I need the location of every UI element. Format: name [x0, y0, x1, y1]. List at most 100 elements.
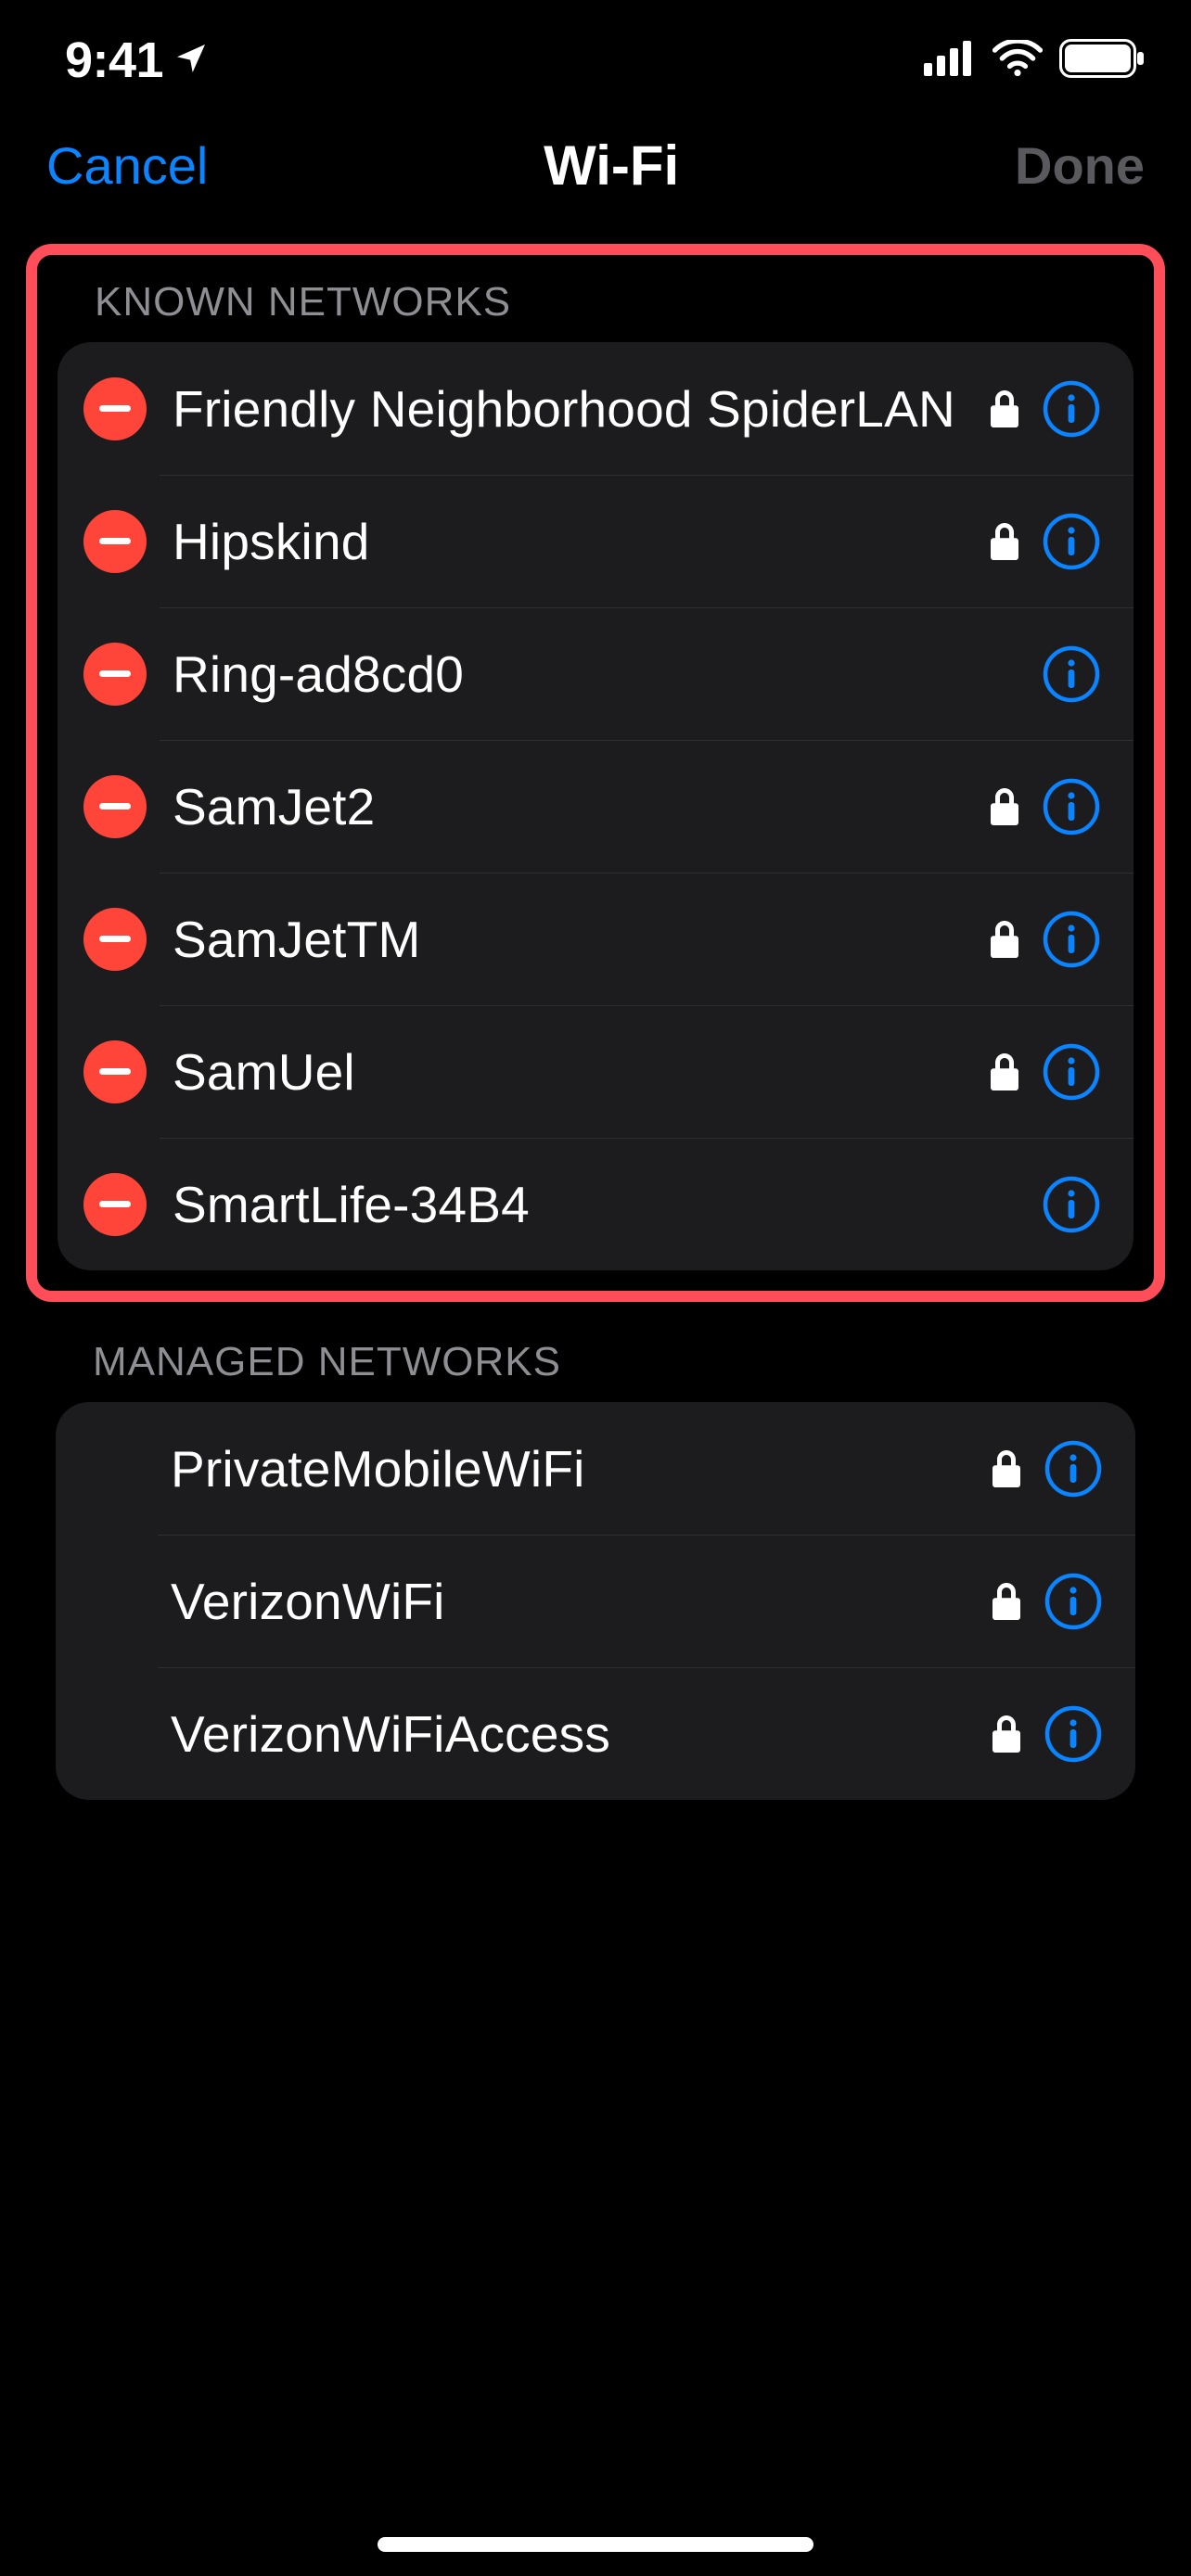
wifi-icon	[992, 40, 1043, 82]
info-icon	[1043, 778, 1100, 835]
lock-icon	[991, 921, 1018, 958]
network-row[interactable]: PrivateMobileWiFi	[56, 1402, 1135, 1535]
lock-icon	[991, 390, 1018, 427]
row-icons	[991, 1440, 1102, 1498]
lock-icon	[992, 1583, 1020, 1620]
row-icons	[989, 513, 1100, 570]
network-name: Hipskind	[173, 512, 963, 571]
lock-slot	[991, 1583, 1022, 1620]
network-row[interactable]: SamJetTM	[58, 873, 1133, 1005]
page-title: Wi-Fi	[544, 134, 679, 198]
network-row[interactable]: Hipskind	[58, 475, 1133, 607]
cellular-icon	[924, 41, 976, 81]
network-name: SamUel	[173, 1042, 963, 1102]
delete-network-button[interactable]	[83, 1173, 147, 1236]
network-info-button[interactable]	[1043, 1176, 1100, 1233]
network-info-button[interactable]	[1044, 1440, 1102, 1498]
done-button[interactable]: Done	[1015, 135, 1145, 196]
network-name: VerizonWiFi	[171, 1572, 965, 1631]
minus-icon	[99, 405, 131, 412]
row-icons	[989, 1176, 1100, 1233]
minus-icon	[99, 1201, 131, 1207]
known-networks-list: Friendly Neighborhood SpiderLAN Hipskind R…	[58, 342, 1133, 1270]
lock-slot	[989, 788, 1020, 825]
network-name: Ring-ad8cd0	[173, 644, 963, 704]
minus-icon	[99, 670, 131, 677]
minus-icon	[99, 803, 131, 810]
network-info-button[interactable]	[1043, 513, 1100, 570]
lock-slot	[989, 1053, 1020, 1090]
info-icon	[1044, 1705, 1102, 1763]
network-info-button[interactable]	[1044, 1705, 1102, 1763]
lock-icon	[991, 1053, 1018, 1090]
delete-network-button[interactable]	[83, 1040, 147, 1103]
network-info-button[interactable]	[1043, 380, 1100, 438]
network-info-button[interactable]	[1043, 778, 1100, 835]
info-icon	[1043, 911, 1100, 968]
status-left: 9:41	[65, 32, 210, 89]
status-time: 9:41	[65, 32, 163, 89]
lock-icon	[992, 1450, 1020, 1487]
network-row[interactable]: VerizonWiFi	[56, 1535, 1135, 1667]
network-info-button[interactable]	[1043, 645, 1100, 703]
network-row[interactable]: VerizonWiFiAccess	[56, 1667, 1135, 1800]
delete-network-button[interactable]	[83, 377, 147, 440]
info-icon	[1043, 513, 1100, 570]
cancel-button[interactable]: Cancel	[46, 135, 208, 196]
minus-icon	[99, 538, 131, 544]
row-icons	[989, 778, 1100, 835]
delete-network-button[interactable]	[83, 643, 147, 706]
managed-networks-header: MANAGED NETWORKS	[56, 1339, 1135, 1402]
network-row[interactable]: SamUel	[58, 1005, 1133, 1138]
home-indicator	[378, 2537, 813, 2552]
info-icon	[1043, 1043, 1100, 1101]
delete-network-button[interactable]	[83, 775, 147, 838]
lock-icon	[992, 1715, 1020, 1753]
network-info-button[interactable]	[1043, 1043, 1100, 1101]
nav-bar: Cancel Wi-Fi Done	[0, 121, 1191, 235]
delete-network-button[interactable]	[83, 908, 147, 971]
network-name: PrivateMobileWiFi	[171, 1439, 965, 1498]
known-networks-header: KNOWN NETWORKS	[58, 279, 1133, 342]
network-name: Friendly Neighborhood SpiderLAN	[173, 379, 963, 439]
row-icons	[989, 911, 1100, 968]
location-icon	[173, 32, 210, 89]
info-icon	[1044, 1440, 1102, 1498]
network-name: SamJetTM	[173, 910, 963, 969]
lock-slot	[989, 390, 1020, 427]
info-icon	[1043, 645, 1100, 703]
network-row[interactable]: SmartLife-34B4	[58, 1138, 1133, 1270]
screen: 9:41	[0, 0, 1191, 2576]
managed-networks-section: MANAGED NETWORKS PrivateMobileWiFi Verizo…	[56, 1339, 1135, 1800]
network-row[interactable]: SamJet2	[58, 740, 1133, 873]
lock-slot	[991, 1450, 1022, 1487]
row-icons	[991, 1705, 1102, 1763]
network-name: SmartLife-34B4	[173, 1175, 963, 1234]
network-info-button[interactable]	[1044, 1573, 1102, 1630]
known-networks-highlight: KNOWN NETWORKS Friendly Neighborhood Spi…	[26, 244, 1165, 1302]
network-info-button[interactable]	[1043, 911, 1100, 968]
info-icon	[1044, 1573, 1102, 1630]
lock-icon	[991, 523, 1018, 560]
minus-icon	[99, 1068, 131, 1075]
battery-icon	[1059, 39, 1145, 83]
info-icon	[1043, 380, 1100, 438]
status-right	[924, 39, 1145, 83]
lock-slot	[989, 921, 1020, 958]
row-icons	[991, 1573, 1102, 1630]
info-icon	[1043, 1176, 1100, 1233]
network-name: SamJet2	[173, 777, 963, 836]
network-row[interactable]: Friendly Neighborhood SpiderLAN	[58, 342, 1133, 475]
row-icons	[989, 645, 1100, 703]
lock-icon	[991, 788, 1018, 825]
delete-network-button[interactable]	[83, 510, 147, 573]
managed-networks-list: PrivateMobileWiFi VerizonWiFi VerizonWiFiA…	[56, 1402, 1135, 1800]
lock-slot	[989, 523, 1020, 560]
network-row[interactable]: Ring-ad8cd0	[58, 607, 1133, 740]
status-bar: 9:41	[0, 0, 1191, 121]
row-icons	[989, 380, 1100, 438]
network-name: VerizonWiFiAccess	[171, 1704, 965, 1764]
row-icons	[989, 1043, 1100, 1101]
lock-slot	[991, 1715, 1022, 1753]
minus-icon	[99, 936, 131, 942]
